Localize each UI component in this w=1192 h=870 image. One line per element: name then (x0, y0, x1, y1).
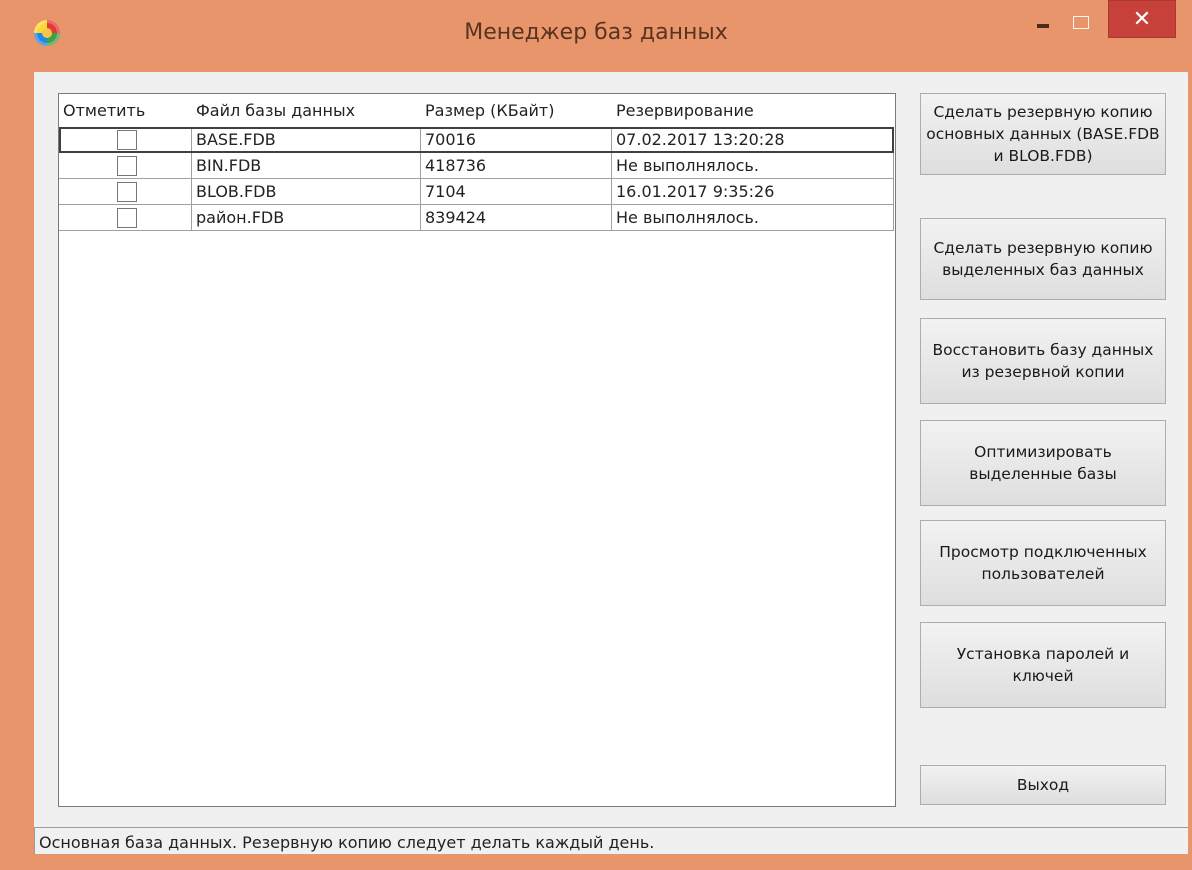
exit-button[interactable]: Выход (920, 765, 1166, 805)
table-row[interactable]: район.FDB 839424 Не выполнялось. (59, 205, 894, 231)
database-table[interactable]: Отметить Файл базы данных Размер (КБайт)… (58, 93, 896, 807)
column-header-size[interactable]: Размер (КБайт) (421, 98, 612, 124)
view-users-button[interactable]: Просмотр подключенных пользователей (920, 520, 1166, 606)
mark-cell (59, 179, 192, 205)
close-icon: ✕ (1132, 6, 1152, 32)
backup-cell: 16.01.2017 9:35:26 (612, 179, 894, 205)
file-cell: BASE.FDB (192, 127, 421, 153)
mark-cell (59, 127, 192, 153)
maximize-icon (1073, 15, 1089, 29)
column-header-file[interactable]: Файл базы данных (192, 98, 421, 124)
title-bar[interactable]: Менеджер баз данных ✕ (0, 0, 1192, 70)
close-button[interactable]: ✕ (1108, 0, 1176, 38)
row-checkbox[interactable] (117, 182, 137, 202)
client-area: Отметить Файл базы данных Размер (КБайт)… (34, 72, 1188, 854)
row-checkbox[interactable] (117, 208, 137, 228)
backup-main-button[interactable]: Сделать резервную копию основных данных … (920, 93, 1166, 175)
window-bottom-border (0, 854, 1192, 870)
file-cell: BLOB.FDB (192, 179, 421, 205)
backup-selected-button[interactable]: Сделать резервную копию выделенных баз д… (920, 218, 1166, 300)
status-bar: Основная база данных. Резервную копию сл… (34, 827, 1188, 854)
row-checkbox[interactable] (117, 130, 137, 150)
size-cell: 418736 (421, 153, 612, 179)
file-cell: BIN.FDB (192, 153, 421, 179)
size-cell: 70016 (421, 127, 612, 153)
backup-cell: Не выполнялось. (612, 153, 894, 179)
backup-cell: Не выполнялось. (612, 205, 894, 231)
table-row[interactable]: BIN.FDB 418736 Не выполнялось. (59, 153, 894, 179)
app-window: Менеджер баз данных ✕ Отметить Файл базы… (0, 0, 1192, 870)
mark-cell (59, 153, 192, 179)
window-title: Менеджер баз данных (464, 20, 728, 45)
backup-cell: 07.02.2017 13:20:28 (612, 127, 894, 153)
minimize-icon (1037, 24, 1049, 28)
maximize-button[interactable] (1062, 6, 1100, 38)
mark-cell (59, 205, 192, 231)
minimize-button[interactable] (1026, 6, 1060, 38)
size-cell: 7104 (421, 179, 612, 205)
table-row[interactable]: BASE.FDB 70016 07.02.2017 13:20:28 (59, 127, 894, 153)
file-cell: район.FDB (192, 205, 421, 231)
passwords-button[interactable]: Установка паролей и ключей (920, 622, 1166, 708)
restore-button[interactable]: Восстановить базу данных из резервной ко… (920, 318, 1166, 404)
row-checkbox[interactable] (117, 156, 137, 176)
table-header: Отметить Файл базы данных Размер (КБайт)… (59, 98, 894, 124)
column-header-backup[interactable]: Резервирование (612, 98, 894, 124)
table-row[interactable]: BLOB.FDB 7104 16.01.2017 9:35:26 (59, 179, 894, 205)
size-cell: 839424 (421, 205, 612, 231)
column-header-mark[interactable]: Отметить (59, 98, 192, 124)
optimize-button[interactable]: Оптимизировать выделенные базы (920, 420, 1166, 506)
